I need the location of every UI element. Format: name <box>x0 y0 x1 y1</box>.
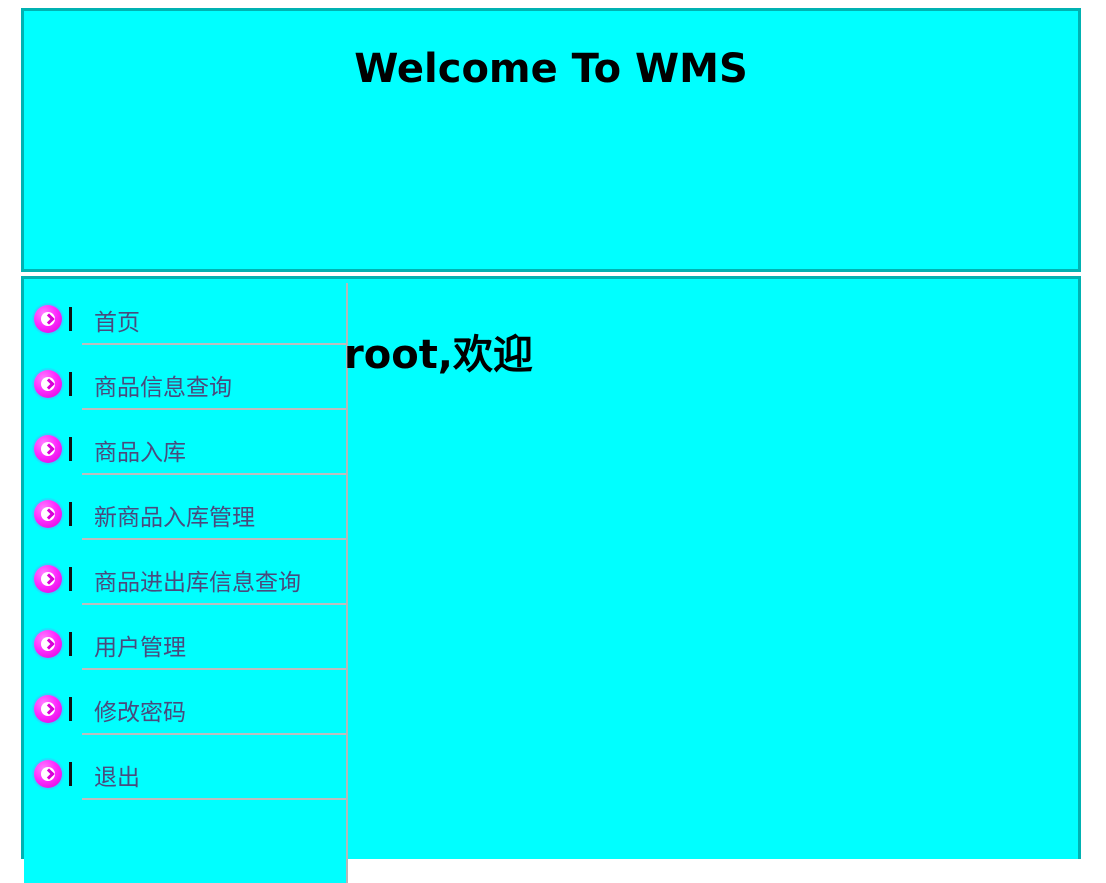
page-title: Welcome To WMS <box>354 46 748 92</box>
sidebar-divider <box>82 733 346 735</box>
sidebar-divider <box>82 668 346 670</box>
arrow-circle-icon <box>34 695 62 723</box>
arrow-circle-icon <box>34 500 62 528</box>
sidebar-link-change-password[interactable]: 修改密码 <box>94 702 186 725</box>
sidebar-item-product-io-query[interactable]: 商品进出库信息查询 <box>24 543 346 608</box>
welcome-heading: root,欢迎 <box>344 332 534 378</box>
sidebar-divider <box>82 408 346 410</box>
sidebar-link-user-management[interactable]: 用户管理 <box>94 637 186 660</box>
sidebar-divider <box>82 473 346 475</box>
arrow-circle-icon <box>34 630 62 658</box>
sidebar-item-new-product-inbound-management[interactable]: 新商品入库管理 <box>24 478 346 543</box>
sidebar-divider <box>82 343 346 345</box>
arrow-circle-icon <box>34 760 62 788</box>
separator-bar-icon <box>69 502 72 526</box>
separator-bar-icon <box>69 372 72 396</box>
sidebar-link-product-io-query[interactable]: 商品进出库信息查询 <box>94 572 301 595</box>
sidebar: 首页 商品信息查询 商品入库 新商品入库管理 商品进出库信息查询 用户管理 修改… <box>24 283 348 883</box>
sidebar-link-product-info-query[interactable]: 商品信息查询 <box>94 377 232 400</box>
separator-bar-icon <box>69 567 72 591</box>
separator-bar-icon <box>69 632 72 656</box>
separator-bar-icon <box>69 697 72 721</box>
separator-bar-icon <box>69 437 72 461</box>
separator-bar-icon <box>69 307 72 331</box>
arrow-circle-icon <box>34 565 62 593</box>
sidebar-link-logout[interactable]: 退出 <box>94 767 140 790</box>
arrow-circle-icon <box>34 435 62 463</box>
header-frame: Welcome To WMS <box>21 8 1081 272</box>
sidebar-item-home[interactable]: 首页 <box>24 283 346 348</box>
sidebar-link-product-inbound[interactable]: 商品入库 <box>94 442 186 465</box>
separator-bar-icon <box>69 762 72 786</box>
sidebar-item-user-management[interactable]: 用户管理 <box>24 608 346 673</box>
sidebar-divider <box>82 538 346 540</box>
sidebar-link-new-product-inbound-management[interactable]: 新商品入库管理 <box>94 507 255 530</box>
sidebar-item-product-info-query[interactable]: 商品信息查询 <box>24 348 346 413</box>
arrow-circle-icon <box>34 305 62 333</box>
arrow-circle-icon <box>34 370 62 398</box>
sidebar-divider <box>82 798 346 800</box>
sidebar-item-product-inbound[interactable]: 商品入库 <box>24 413 346 478</box>
sidebar-divider <box>82 603 346 605</box>
sidebar-item-change-password[interactable]: 修改密码 <box>24 673 346 738</box>
sidebar-item-logout[interactable]: 退出 <box>24 738 346 803</box>
main-frame: 首页 商品信息查询 商品入库 新商品入库管理 商品进出库信息查询 用户管理 修改… <box>21 276 1081 883</box>
sidebar-link-home[interactable]: 首页 <box>94 312 140 335</box>
